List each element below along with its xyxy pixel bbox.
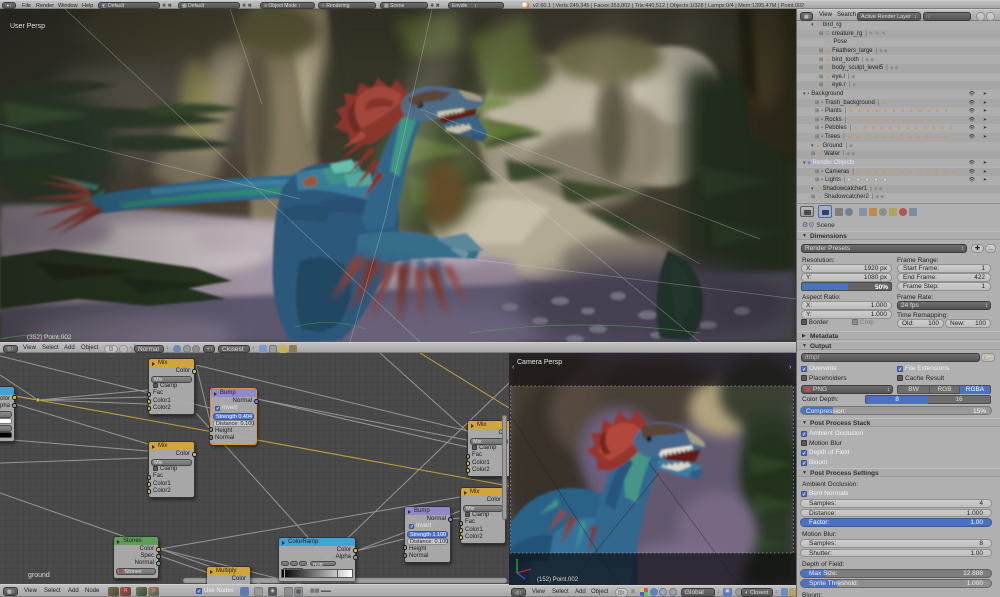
- svg-text:Camera Persp: Camera Persp: [517, 359, 562, 366]
- svg-text:User Persp: User Persp: [10, 23, 45, 30]
- svg-text:(352) Point.002: (352) Point.002: [27, 334, 72, 341]
- svg-text:(152) Point.002: (152) Point.002: [537, 577, 579, 583]
